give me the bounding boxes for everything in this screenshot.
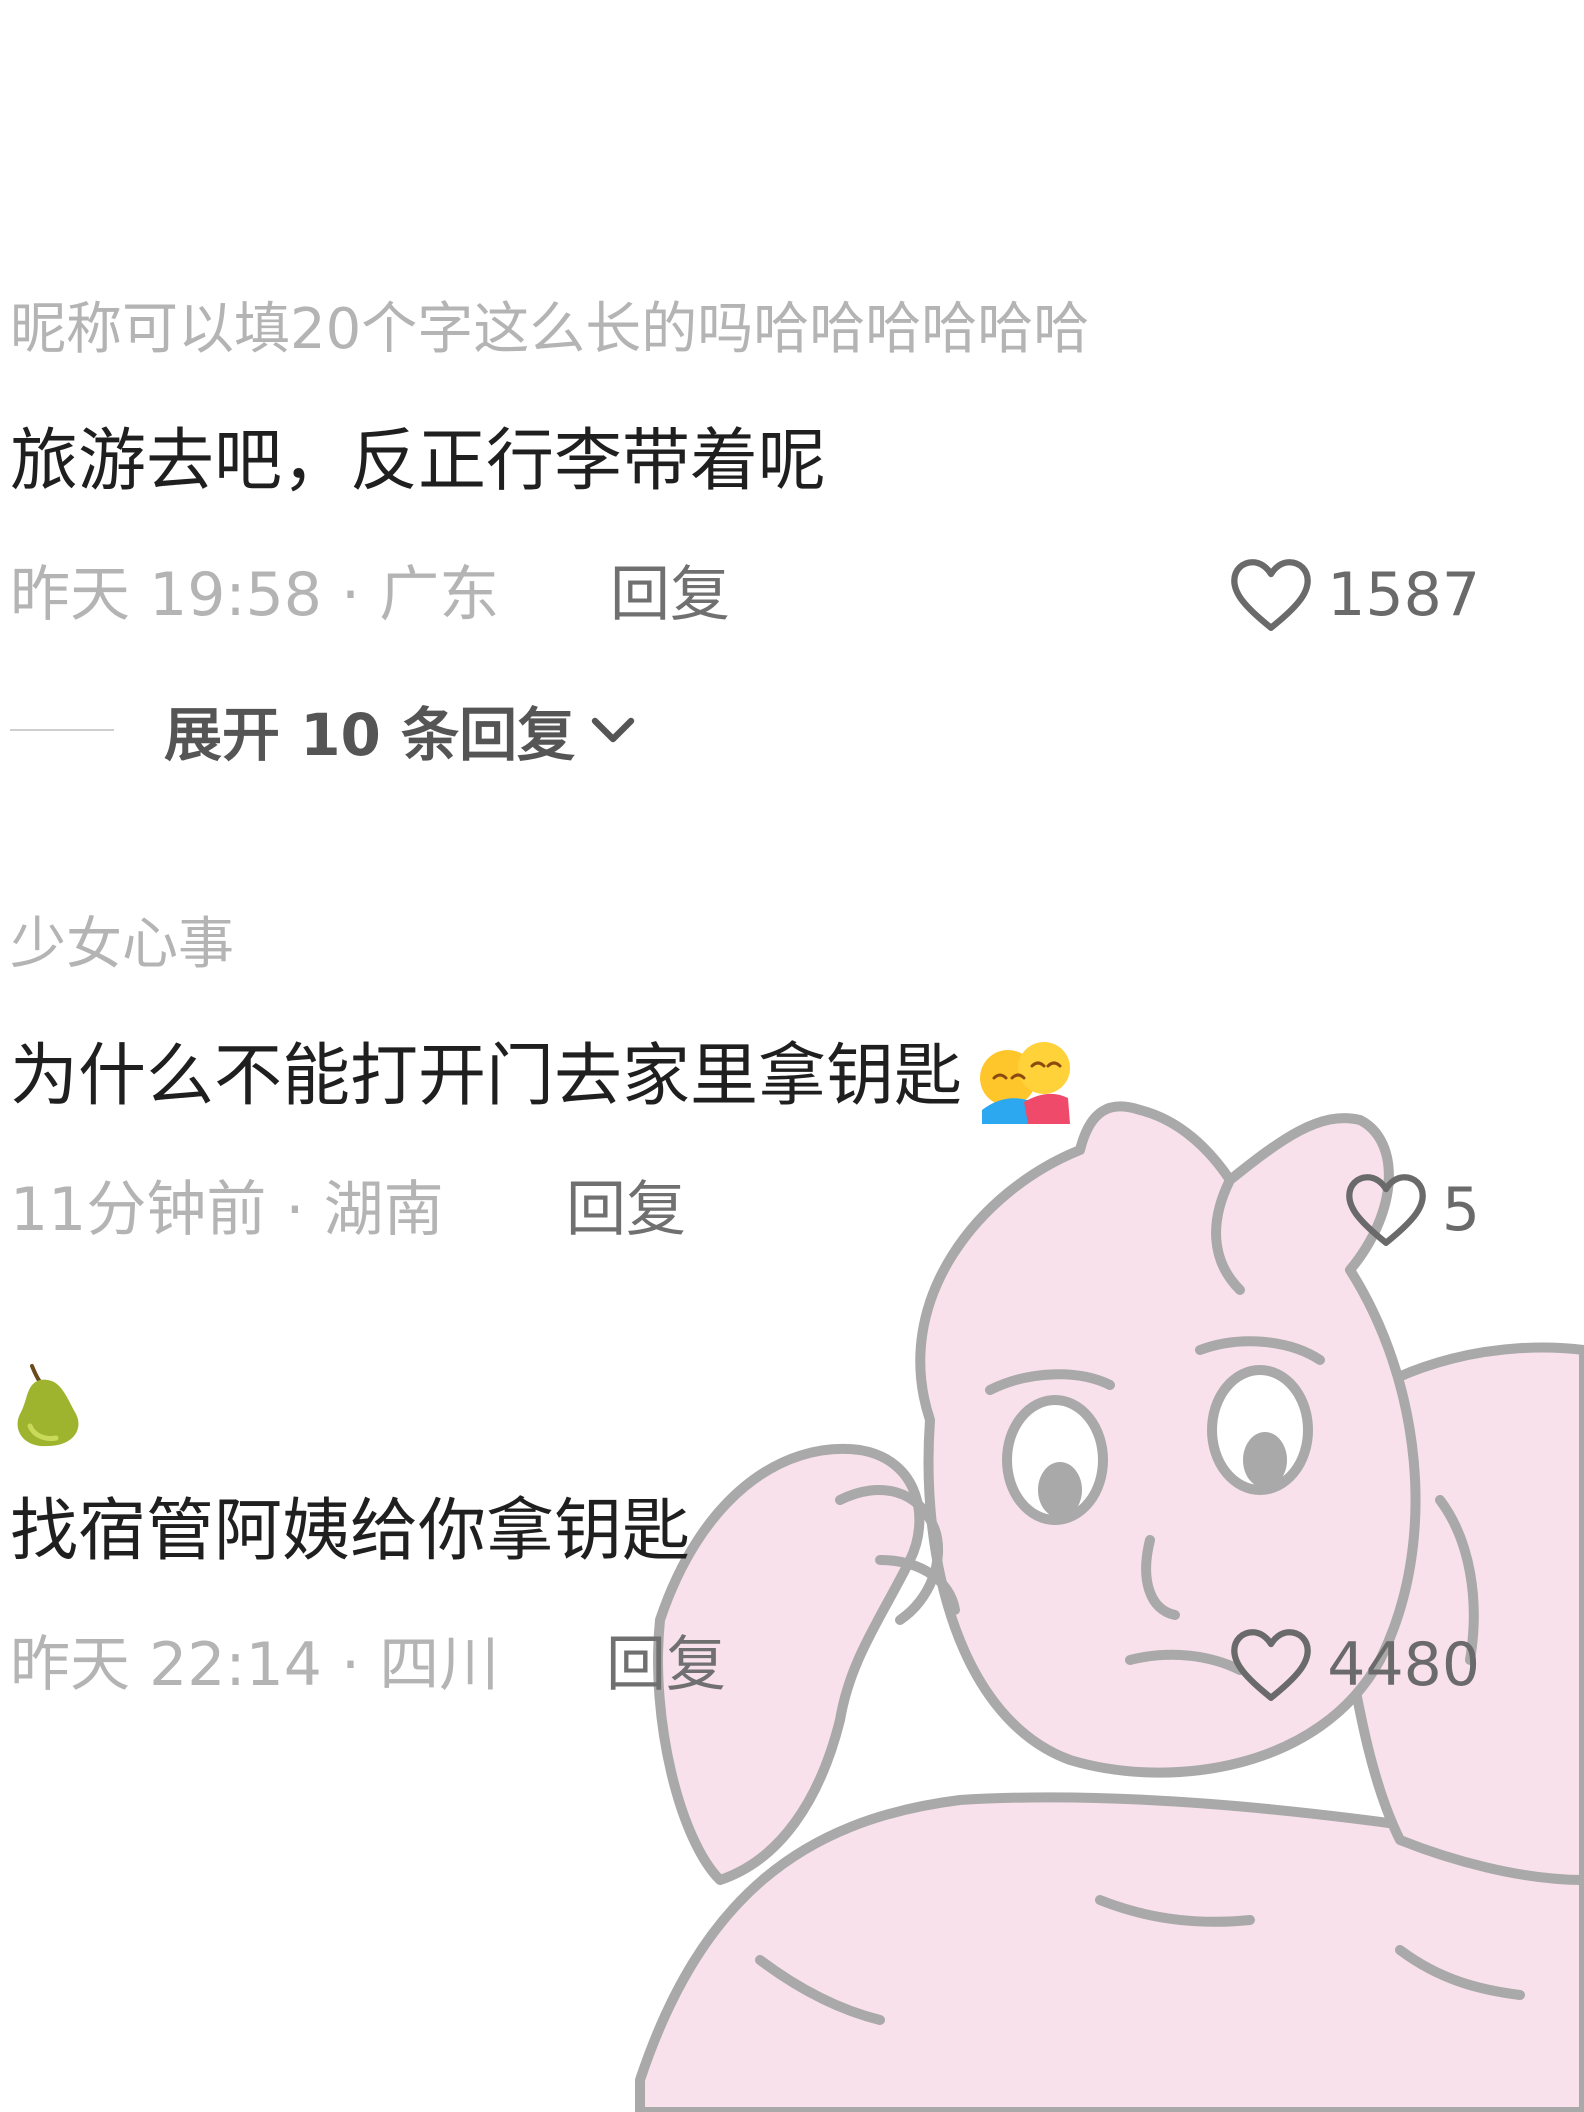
comment-text: 为什么不能打开门去家里拿钥匙: [10, 1037, 963, 1116]
comment-nickname[interactable]: 昵称可以填20个字这么长的吗哈哈哈哈哈哈: [10, 290, 1490, 370]
expand-replies-button[interactable]: 展开 10 条回复: [10, 690, 635, 770]
like-button[interactable]: 1587: [1229, 550, 1480, 640]
chevron-down-icon: [591, 717, 635, 743]
expand-replies-label: 展开 10 条回复: [164, 701, 576, 769]
heart-icon: [1231, 1629, 1312, 1701]
like-count: 1587: [1327, 560, 1480, 630]
hug-emoji-icon: [980, 1042, 1071, 1125]
comment-content[interactable]: 旅游去吧，反正行李带着呢: [10, 414, 1490, 510]
heart-icon: [1231, 559, 1312, 631]
comment-content[interactable]: 为什么不能打开门去家里拿钥匙: [10, 1029, 1490, 1125]
reply-button[interactable]: 回复: [606, 1620, 726, 1710]
comment-item: 昵称可以填20个字这么长的吗哈哈哈哈哈哈 旅游去吧，反正行李带着呢 昨天 19:…: [10, 290, 1490, 640]
reply-button[interactable]: 回复: [610, 550, 730, 640]
comment-content[interactable]: 找宿管阿姨给你拿钥匙: [10, 1484, 1490, 1580]
comment-avatar-row[interactable]: [10, 1360, 1490, 1447]
like-button[interactable]: 5: [1344, 1165, 1480, 1255]
comment-item: 少女心事 为什么不能打开门去家里拿钥匙 11分钟前 · 湖南 回复 5: [10, 905, 1490, 1255]
heart-icon: [1345, 1174, 1426, 1246]
comment-meta-row: 11分钟前 · 湖南 回复 5: [10, 1165, 1490, 1255]
like-count: 5: [1441, 1175, 1480, 1245]
comment-item: 找宿管阿姨给你拿钥匙 昨天 22:14 · 四川 回复 4480: [10, 1360, 1490, 1710]
like-button[interactable]: 4480: [1229, 1620, 1480, 1710]
comment-meta: 昨天 22:14 · 四川: [10, 1630, 500, 1700]
comment-meta-row: 昨天 19:58 · 广东 回复 1587: [10, 550, 1490, 640]
comment-meta-row: 昨天 22:14 · 四川 回复 4480: [10, 1620, 1490, 1710]
pear-icon: [17, 1364, 79, 1447]
like-count: 4480: [1327, 1630, 1480, 1700]
reply-button[interactable]: 回复: [566, 1165, 686, 1255]
comment-nickname[interactable]: 少女心事: [10, 905, 1490, 985]
comment-meta: 昨天 19:58 · 广东: [10, 560, 500, 630]
comment-meta: 11分钟前 · 湖南: [10, 1175, 444, 1245]
divider: [10, 729, 114, 731]
